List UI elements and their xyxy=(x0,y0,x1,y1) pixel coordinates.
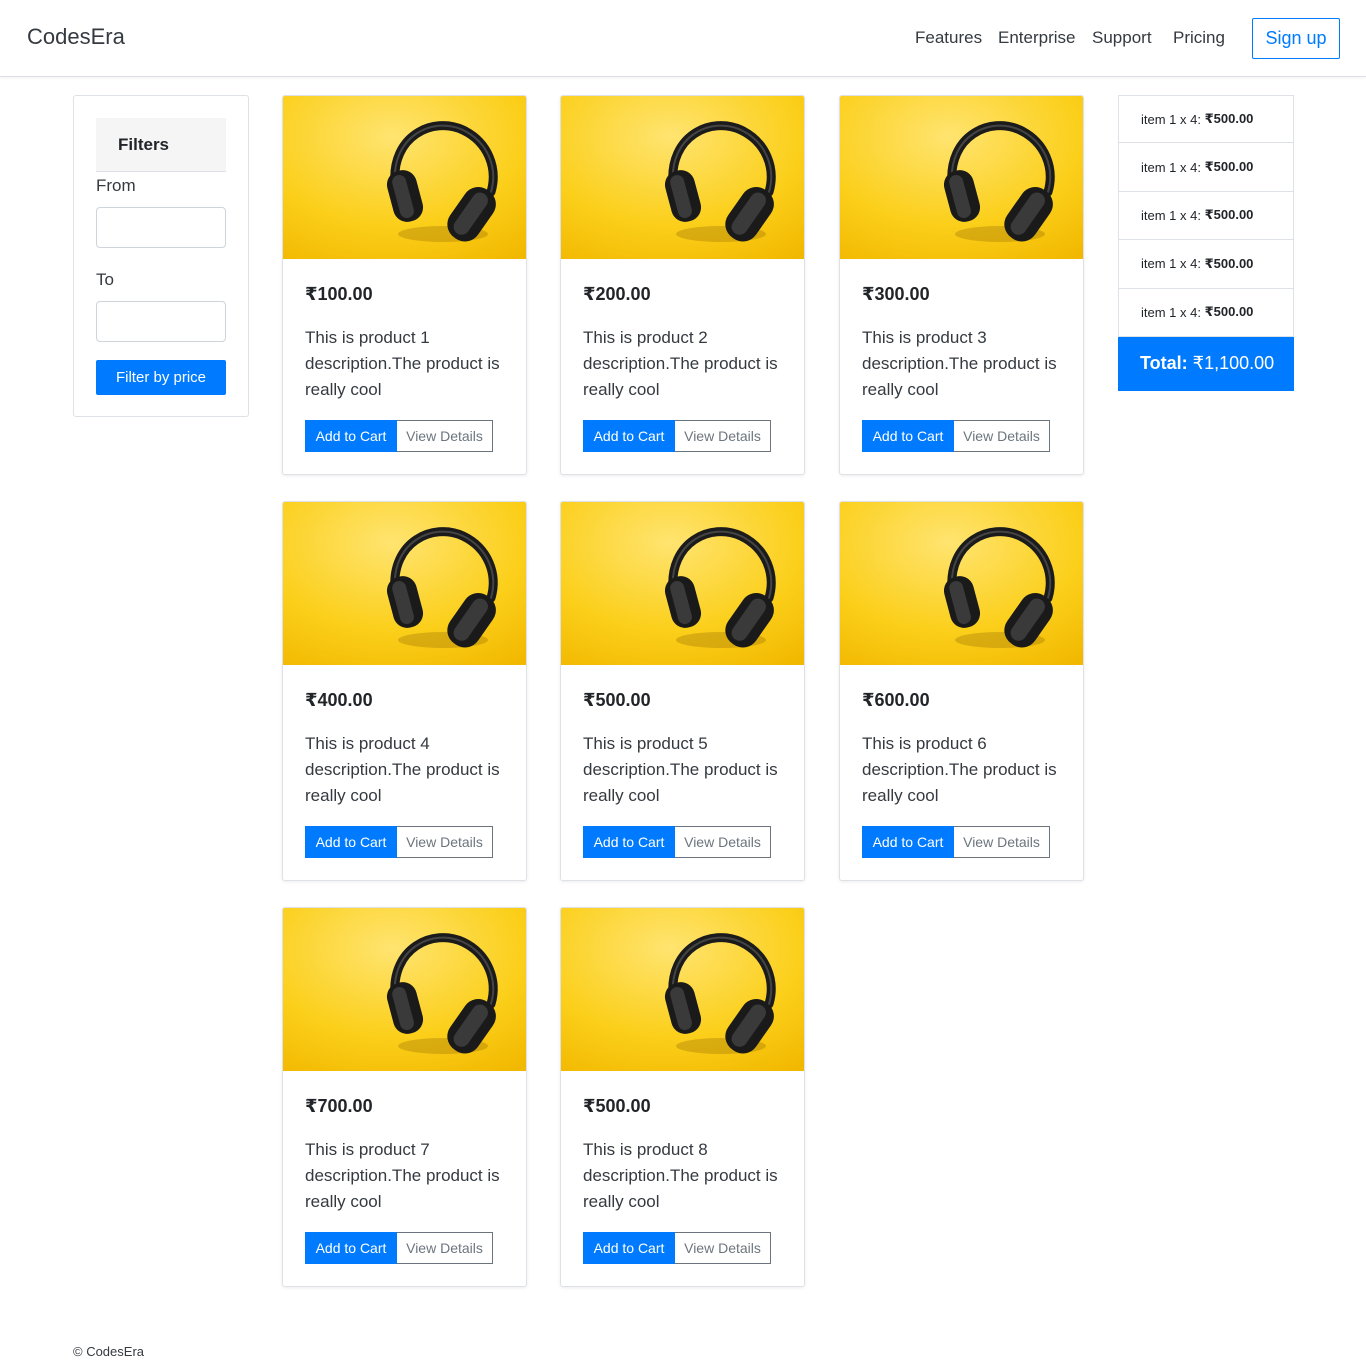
cart-item-amount: ₹500.00 xyxy=(1204,255,1254,271)
headphones-icon xyxy=(561,96,804,259)
product-description: This is product 3 description.The produc… xyxy=(862,328,1057,399)
add-to-cart-button[interactable]: Add to Cart xyxy=(305,826,397,858)
cart-total-value: ₹1,100.00 xyxy=(1192,353,1275,374)
footer-copyright: © CodesEra xyxy=(73,1344,144,1359)
view-details-button[interactable]: View Details xyxy=(675,826,771,858)
product-card: ₹500.00 This is product 8 description.Th… xyxy=(560,907,805,1287)
product-description: This is product 4 description.The produc… xyxy=(305,734,500,805)
view-details-button[interactable]: View Details xyxy=(397,1232,493,1264)
product-price: ₹400.00 xyxy=(305,690,373,710)
product-card: ₹400.00 This is product 4 description.Th… xyxy=(282,501,527,881)
cart-item-amount: ₹500.00 xyxy=(1204,111,1254,127)
add-to-cart-button[interactable]: Add to Cart xyxy=(583,420,675,452)
brand-logo[interactable]: CodesEra xyxy=(27,24,125,50)
product-price: ₹300.00 xyxy=(862,284,930,304)
cart-item: item 1 x 4: ₹500.00 xyxy=(1118,191,1294,241)
view-details-button[interactable]: View Details xyxy=(954,420,1050,452)
product-description: This is product 7 description.The produc… xyxy=(305,1140,500,1211)
product-price: ₹200.00 xyxy=(583,284,651,304)
headphones-icon xyxy=(283,96,526,259)
product-card: ₹600.00 This is product 6 description.Th… xyxy=(839,501,1084,881)
cart-total-label: Total: xyxy=(1140,353,1188,374)
cart-item-label: item 1 x 4: xyxy=(1141,111,1201,127)
nav-enterprise[interactable]: Enterprise xyxy=(998,28,1075,48)
product-card: ₹500.00 This is product 5 description.Th… xyxy=(560,501,805,881)
cart-item: item 1 x 4: ₹500.00 xyxy=(1118,95,1294,144)
from-price-input[interactable] xyxy=(96,207,226,248)
top-navbar: CodesEra Features Enterprise Support Pri… xyxy=(0,0,1366,77)
product-price: ₹600.00 xyxy=(862,690,930,710)
product-price: ₹500.00 xyxy=(583,690,651,710)
view-details-button[interactable]: View Details xyxy=(954,826,1050,858)
cart-panel: item 1 x 4: ₹500.00 item 1 x 4: ₹500.00 … xyxy=(1118,95,1294,391)
product-description: This is product 5 description.The produc… xyxy=(583,734,778,805)
product-card: ₹300.00 This is product 3 description.Th… xyxy=(839,95,1084,475)
nav-pricing[interactable]: Pricing xyxy=(1173,28,1225,48)
view-details-button[interactable]: View Details xyxy=(675,1232,771,1264)
headphones-icon xyxy=(283,502,526,665)
nav-support[interactable]: Support xyxy=(1092,28,1152,48)
cart-item-amount: ₹500.00 xyxy=(1204,207,1254,223)
product-card: ₹200.00 This is product 2 description.Th… xyxy=(560,95,805,475)
product-price: ₹500.00 xyxy=(583,1096,651,1116)
product-price: ₹100.00 xyxy=(305,284,373,304)
product-description: This is product 6 description.The produc… xyxy=(862,734,1057,805)
nav-features[interactable]: Features xyxy=(915,28,982,48)
product-description: This is product 8 description.The produc… xyxy=(583,1140,778,1211)
headphones-icon xyxy=(840,502,1083,665)
product-card: ₹700.00 This is product 7 description.Th… xyxy=(282,907,527,1287)
to-price-input[interactable] xyxy=(96,301,226,342)
view-details-button[interactable]: View Details xyxy=(397,826,493,858)
to-label: To xyxy=(96,270,114,289)
cart-item-label: item 1 x 4: xyxy=(1141,207,1201,223)
view-details-button[interactable]: View Details xyxy=(397,420,493,452)
from-label: From xyxy=(96,176,136,195)
headphones-icon xyxy=(840,96,1083,259)
signup-button[interactable]: Sign up xyxy=(1252,18,1340,59)
cart-item-amount: ₹500.00 xyxy=(1204,159,1254,175)
product-description: This is product 1 description.The produc… xyxy=(305,328,500,399)
cart-item-amount: ₹500.00 xyxy=(1204,304,1254,320)
add-to-cart-button[interactable]: Add to Cart xyxy=(862,420,954,452)
product-price: ₹700.00 xyxy=(305,1096,373,1116)
cart-item-label: item 1 x 4: xyxy=(1141,304,1201,320)
cart-item: item 1 x 4: ₹500.00 xyxy=(1118,240,1294,289)
filters-title: Filters xyxy=(118,135,170,154)
cart-item: item 1 x 4: ₹500.00 xyxy=(1118,288,1294,337)
cart-item: item 1 x 4: ₹500.00 xyxy=(1118,143,1294,192)
cart-total: Total: ₹1,100.00 xyxy=(1118,336,1294,391)
filter-by-price-button[interactable]: Filter by price xyxy=(96,360,226,395)
add-to-cart-button[interactable]: Add to Cart xyxy=(583,826,675,858)
add-to-cart-button[interactable]: Add to Cart xyxy=(305,1232,397,1264)
add-to-cart-button[interactable]: Add to Cart xyxy=(862,826,954,858)
add-to-cart-button[interactable]: Add to Cart xyxy=(583,1232,675,1264)
view-details-button[interactable]: View Details xyxy=(675,420,771,452)
product-card: ₹100.00 This is product 1 description.Th… xyxy=(282,95,527,475)
cart-item-label: item 1 x 4: xyxy=(1141,256,1201,272)
add-to-cart-button[interactable]: Add to Cart xyxy=(305,420,397,452)
headphones-icon xyxy=(561,502,804,665)
headphones-icon xyxy=(283,908,526,1071)
filters-panel: Filters From To Filter by price xyxy=(73,95,249,417)
cart-item-label: item 1 x 4: xyxy=(1141,159,1201,175)
filters-header: Filters xyxy=(96,118,226,172)
headphones-icon xyxy=(561,908,804,1071)
product-description: This is product 2 description.The produc… xyxy=(583,328,778,399)
